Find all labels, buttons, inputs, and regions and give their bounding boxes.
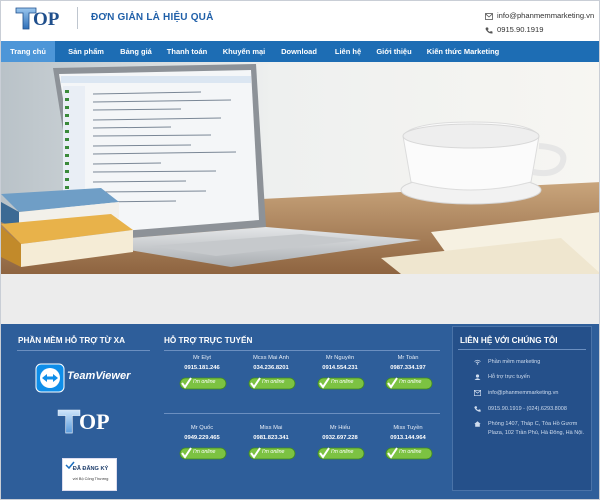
teamviewer-link[interactable]: TeamViewer xyxy=(33,361,153,395)
footer-logo-text: OP xyxy=(79,409,110,434)
support-contact[interactable]: Mcss Mai Anh 034.236.8201 I'm online xyxy=(236,355,306,395)
nav-item-pricing[interactable]: Bảng giá xyxy=(115,41,157,62)
hero-reflection-band xyxy=(1,274,599,324)
online-label: I'm online xyxy=(331,379,354,385)
support-name: Mr Nguyên xyxy=(325,355,355,361)
hero-banner[interactable] xyxy=(1,62,599,274)
online-label: I'm online xyxy=(262,449,285,455)
contact-email[interactable]: info@phanmemmarketing.vn xyxy=(488,389,598,398)
online-label: I'm online xyxy=(193,379,216,385)
header-phone: 0915.90.1919 xyxy=(497,25,544,34)
support-name: Miss Mai xyxy=(259,425,283,431)
support-name: Mr Quốc xyxy=(190,425,214,431)
support-phone: 0932.697.228 xyxy=(322,435,358,441)
phone-icon xyxy=(485,27,493,34)
nav-item-contact[interactable]: Liên hệ xyxy=(328,41,368,62)
support-contact[interactable]: Miss Mai 0981.823.341 I'm online xyxy=(236,425,306,465)
contact-title: LIÊN HỆ VỚI CHÚNG TÔI xyxy=(460,336,558,345)
nav-item-download[interactable]: Download xyxy=(277,41,321,62)
hero-illustration xyxy=(1,62,599,274)
header-contact: info@phanmemmarketing.vn 0915.90.1919 xyxy=(485,9,594,37)
mail-icon xyxy=(474,390,481,396)
support-contact[interactable]: Mr Elyt 0915.181.246 I'm online xyxy=(167,355,237,395)
site-logo[interactable]: OP xyxy=(15,6,65,30)
nav-item-about[interactable]: Giới thiệu xyxy=(372,41,416,62)
support-contact[interactable]: Mr Nguyên 0914.554.231 I'm online xyxy=(305,355,375,395)
page: OP ĐƠN GIẢN LÀ HIỆU QUẢ info@phanmemmark… xyxy=(0,0,600,500)
support-phone: 0913.144.964 xyxy=(390,435,426,441)
contact-phone[interactable]: 0915.90.1919 - (024).6293.8008 xyxy=(488,405,598,414)
main-nav: Trang chủ Sản phẩm Bảng giá Thanh toán K… xyxy=(1,41,599,62)
support-phone: 0981.823.341 xyxy=(253,435,289,441)
online-support-title: HỖ TRỢ TRỰC TUYẾN xyxy=(164,336,253,345)
support-icon xyxy=(474,374,481,380)
support-contact[interactable]: Mr Hiếu 0932.697.228 I'm online xyxy=(305,425,375,465)
support-name: Mr Elyt xyxy=(192,355,212,361)
support-phone: 034.236.8201 xyxy=(253,365,289,371)
logo-text: OP xyxy=(33,9,60,30)
support-name: Mcss Mai Anh xyxy=(252,355,290,361)
logo-t-letter-footer xyxy=(57,409,81,434)
support-phone: 0914.554.231 xyxy=(322,365,358,371)
support-phone: 0949.229.465 xyxy=(184,435,220,441)
logo-divider xyxy=(77,7,78,29)
contact-title-underline xyxy=(458,349,586,350)
site-header: OP ĐƠN GIẢN LÀ HIỆU QUẢ info@phanmemmark… xyxy=(1,1,599,41)
online-label: I'm online xyxy=(331,449,354,455)
phone-icon xyxy=(474,406,481,412)
support-name: Mr Toàn xyxy=(397,355,419,361)
remote-support-title: PHẦN MỀM HỖ TRỢ TỪ XA xyxy=(18,336,126,345)
wifi-icon xyxy=(474,359,481,365)
support-name: Miss Tuyền xyxy=(393,425,423,431)
support-title-underline xyxy=(164,350,440,351)
mail-icon xyxy=(485,12,493,20)
online-label: I'm online xyxy=(193,449,216,455)
contact-address: Phòng 1407, Tháp C, Tòa Hồ Gươm Plaza, 1… xyxy=(488,421,584,436)
online-label: I'm online xyxy=(399,379,422,385)
contact-online-support[interactable]: Hỗ trợ trực tuyến xyxy=(488,373,598,382)
support-contact[interactable]: Miss Tuyền 0913.144.964 I'm online xyxy=(373,425,443,465)
teamviewer-icon xyxy=(35,363,65,393)
nav-item-marketing-knowledge[interactable]: Kiến thức Marketing xyxy=(423,41,503,62)
header-email-row[interactable]: info@phanmemmarketing.vn xyxy=(485,9,594,23)
support-divider xyxy=(164,413,440,414)
support-phone: 0987.334.197 xyxy=(390,365,426,371)
nav-item-promotions[interactable]: Khuyến mại xyxy=(219,41,269,62)
home-icon xyxy=(474,421,481,427)
badge-sub-text: với Bộ Công Thương xyxy=(72,477,109,481)
support-name: Mr Hiếu xyxy=(329,425,351,431)
registered-badge[interactable]: ĐÃ ĐĂNG KÝ với Bộ Công Thương xyxy=(62,458,117,491)
nav-item-products[interactable]: Sản phẩm xyxy=(61,41,111,62)
support-phone: 0915.181.246 xyxy=(184,365,220,371)
contact-software[interactable]: Phần mềm marketing xyxy=(488,358,598,367)
support-contact[interactable]: Mr Toàn 0987.334.197 I'm online xyxy=(373,355,443,395)
remote-title-underline xyxy=(17,350,150,351)
online-label: I'm online xyxy=(399,449,422,455)
slogan: ĐƠN GIẢN LÀ HIỆU QUẢ xyxy=(91,12,214,23)
header-phone-row[interactable]: 0915.90.1919 xyxy=(485,23,594,37)
nav-item-payment[interactable]: Thanh toán xyxy=(162,41,212,62)
online-label: I'm online xyxy=(262,379,285,385)
header-email: info@phanmemmarketing.vn xyxy=(497,11,595,20)
teamviewer-label: TeamViewer xyxy=(67,370,131,382)
support-contact[interactable]: Mr Quốc 0949.229.465 I'm online xyxy=(167,425,237,465)
top-logo-footer[interactable]: OP xyxy=(57,405,127,439)
badge-main-text: ĐÃ ĐĂNG KÝ xyxy=(72,466,109,472)
nav-item-home[interactable]: Trang chủ xyxy=(1,41,55,62)
